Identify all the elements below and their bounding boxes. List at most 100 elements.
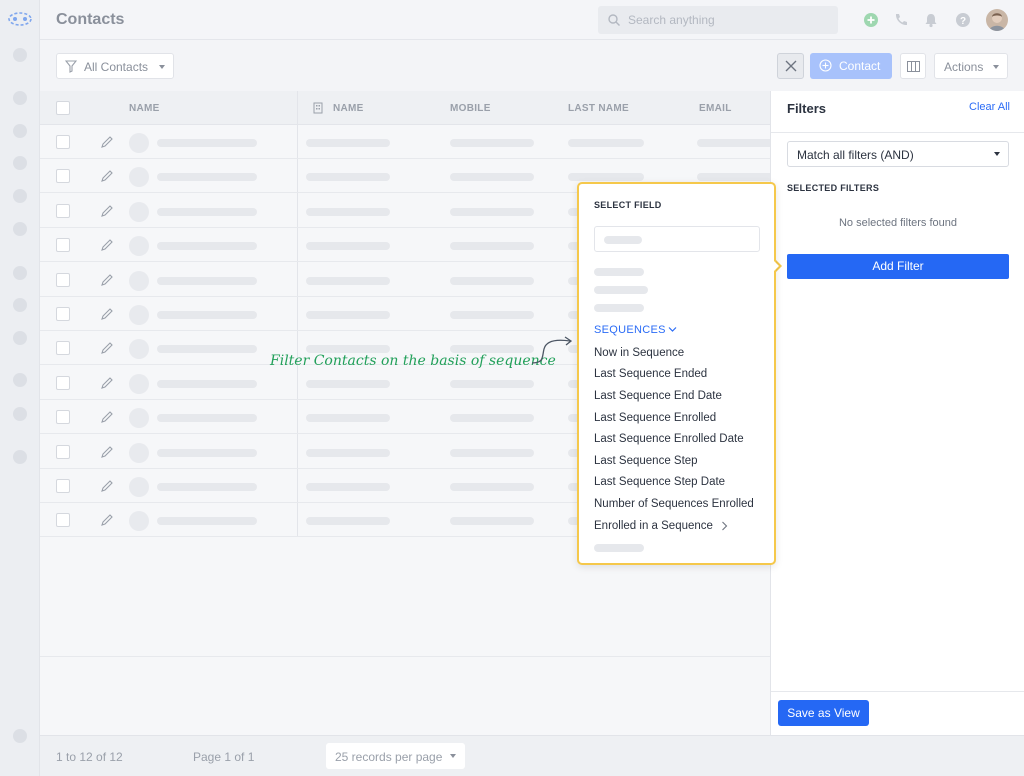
field-option-skeleton[interactable]: [594, 544, 644, 552]
nav-item-icon[interactable]: [13, 298, 27, 312]
match-mode-select[interactable]: Match all filters (AND): [787, 141, 1009, 167]
cell-skeleton: [306, 207, 390, 216]
chevron-down-icon: [993, 65, 999, 69]
column-header-name[interactable]: NAME: [129, 103, 160, 114]
nav-item-icon[interactable]: [13, 373, 27, 387]
nav-item-icon[interactable]: [13, 48, 27, 62]
avatar: [129, 442, 149, 463]
row-checkbox[interactable]: [56, 272, 70, 287]
filters-panel: Filters Clear All Match all filters (AND…: [770, 91, 1024, 735]
row-checkbox[interactable]: [56, 479, 70, 493]
empty-filters-message: No selected filters found: [838, 217, 957, 229]
nav-item-icon[interactable]: [13, 156, 27, 170]
row-checkbox[interactable]: [56, 238, 70, 253]
select-all-checkbox[interactable]: [56, 101, 70, 115]
field-option[interactable]: Number of Sequences Enrolled: [594, 498, 754, 510]
cell-skeleton: [306, 173, 390, 182]
actions-dropdown[interactable]: Actions: [934, 53, 1008, 79]
per-page-label: 25 records per page: [335, 750, 443, 764]
edit-icon[interactable]: [100, 273, 114, 287]
field-option[interactable]: Last Sequence End Date: [594, 390, 722, 402]
row-checkbox[interactable]: [56, 169, 70, 184]
nav-item-icon[interactable]: [13, 91, 27, 105]
avatar[interactable]: [986, 9, 1008, 31]
row-checkbox[interactable]: [56, 341, 70, 356]
avatar: [129, 511, 149, 532]
field-search-input[interactable]: [594, 226, 760, 252]
bell-icon[interactable]: [922, 11, 940, 29]
nav-item-icon[interactable]: [13, 450, 27, 464]
save-as-view-button[interactable]: Save as View: [778, 700, 869, 726]
close-filters-button[interactable]: [777, 53, 804, 79]
columns-button[interactable]: [900, 53, 926, 79]
field-option-skeleton[interactable]: [594, 304, 644, 312]
cell-skeleton: [157, 242, 257, 251]
cell-skeleton: [157, 379, 257, 388]
column-header-mobile[interactable]: MOBILE: [450, 103, 491, 114]
phone-icon[interactable]: [892, 11, 910, 29]
clear-all-link[interactable]: Clear All: [969, 101, 1010, 113]
avatar: [129, 373, 149, 394]
row-checkbox[interactable]: [56, 307, 70, 321]
row-checkbox[interactable]: [56, 203, 70, 218]
add-filter-button[interactable]: Add Filter: [787, 254, 1009, 279]
search-icon: [608, 14, 620, 26]
row-checkbox[interactable]: [56, 135, 70, 149]
sequences-section-toggle[interactable]: SEQUENCES: [594, 324, 666, 336]
nav-item-icon[interactable]: [13, 222, 27, 236]
field-option[interactable]: Last Sequence Step: [594, 455, 698, 467]
help-icon[interactable]: ?: [954, 11, 972, 29]
view-filter-dropdown[interactable]: All Contacts: [56, 53, 174, 79]
table-header: NAME NAME MOBILE LAST NAME EMAIL: [40, 91, 770, 125]
add-circle-icon[interactable]: [862, 11, 880, 29]
edit-icon[interactable]: [100, 238, 114, 252]
row-checkbox[interactable]: [56, 375, 70, 390]
edit-icon[interactable]: [100, 513, 114, 527]
nav-item-icon[interactable]: [13, 189, 27, 203]
records-range: 1 to 12 of 12: [56, 750, 123, 764]
popup-pointer: [773, 260, 779, 272]
search-input[interactable]: Search anything: [628, 13, 715, 27]
column-header-email[interactable]: EMAIL: [699, 103, 732, 114]
edit-icon[interactable]: [100, 307, 114, 321]
field-option-skeleton[interactable]: [594, 286, 648, 294]
row-checkbox[interactable]: [56, 444, 70, 459]
edit-icon[interactable]: [100, 169, 114, 183]
chevron-right-icon: [722, 521, 728, 531]
nav-item-icon[interactable]: [13, 729, 27, 743]
search-box[interactable]: Search anything: [598, 6, 838, 34]
cell-skeleton: [568, 173, 644, 182]
table-row[interactable]: [40, 125, 770, 159]
page-indicator: Page 1 of 1: [193, 750, 255, 764]
edit-icon[interactable]: [100, 135, 114, 149]
add-contact-button[interactable]: Contact: [810, 53, 892, 79]
edit-icon[interactable]: [100, 410, 114, 424]
nav-item-icon[interactable]: [13, 124, 27, 138]
edit-icon[interactable]: [100, 445, 114, 459]
nav-item-icon[interactable]: [13, 331, 27, 345]
edit-icon[interactable]: [100, 479, 114, 493]
edit-icon[interactable]: [100, 376, 114, 390]
field-option[interactable]: Last Sequence Enrolled Date: [594, 433, 744, 445]
field-option[interactable]: Last Sequence Step Date: [594, 476, 725, 488]
nav-item-icon[interactable]: [13, 407, 27, 421]
logo-icon[interactable]: [6, 10, 34, 28]
field-option[interactable]: Last Sequence Ended: [594, 368, 707, 380]
field-option-submenu[interactable]: Enrolled in a Sequence: [594, 520, 713, 532]
select-field-popup: SELECT FIELD SEQUENCES Now in Sequence L…: [577, 182, 776, 565]
row-checkbox[interactable]: [56, 410, 70, 425]
edit-icon[interactable]: [100, 204, 114, 218]
field-option[interactable]: Now in Sequence: [594, 347, 684, 359]
field-option[interactable]: Last Sequence Enrolled: [594, 412, 716, 424]
column-header-company-name[interactable]: NAME: [333, 103, 364, 114]
nav-item-icon[interactable]: [13, 266, 27, 280]
avatar: [129, 270, 149, 291]
selected-filters-heading: SELECTED FILTERS: [787, 183, 880, 193]
edit-icon[interactable]: [100, 341, 114, 355]
field-option-skeleton[interactable]: [594, 268, 644, 276]
match-mode-value: Match all filters (AND): [797, 148, 914, 162]
row-checkbox[interactable]: [56, 513, 70, 528]
per-page-dropdown[interactable]: 25 records per page: [326, 743, 465, 769]
cell-skeleton: [450, 276, 534, 285]
column-header-last-name[interactable]: LAST NAME: [568, 103, 629, 114]
